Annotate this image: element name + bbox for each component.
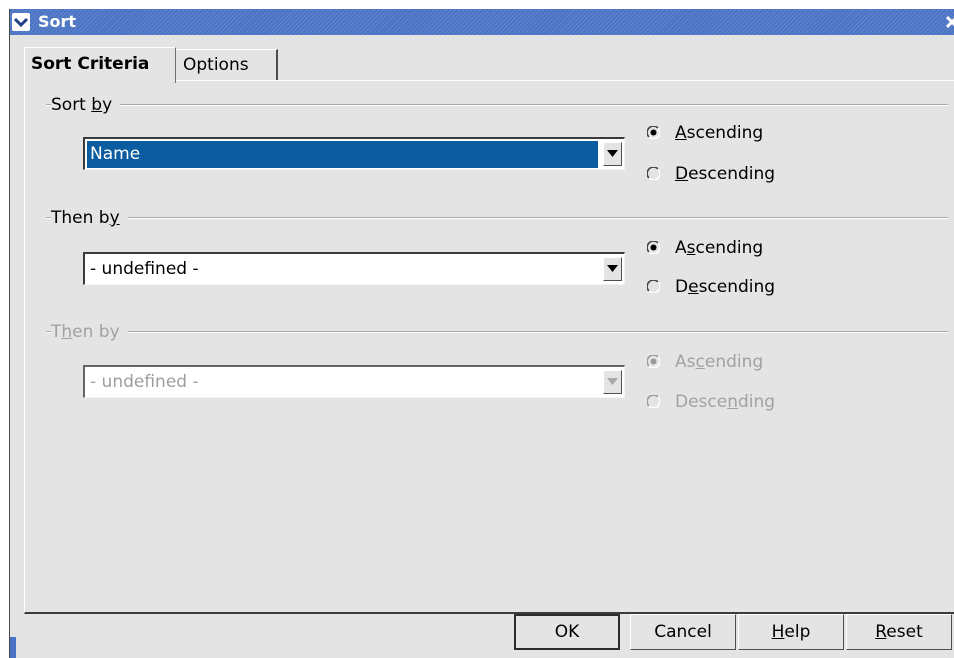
then-by-2-legend: Then by [51, 321, 128, 343]
radio-unselected-icon [647, 167, 660, 180]
then-by-2-combo[interactable]: - undefined - [83, 365, 625, 398]
radio-label: Ascending [675, 352, 764, 372]
dropdown-button[interactable] [603, 142, 622, 166]
close-icon [945, 15, 954, 29]
tab-options[interactable]: Options [176, 49, 278, 81]
group-divider [46, 331, 948, 333]
radio-label: Descending [675, 164, 776, 184]
then-by-legend: Then by [51, 207, 128, 229]
radio-selected-icon [647, 355, 660, 368]
window-edge-accent [10, 637, 16, 658]
dropdown-button[interactable] [603, 257, 622, 281]
cancel-button[interactable]: Cancel [630, 614, 736, 650]
then-by-combo[interactable]: - undefined - [83, 252, 625, 285]
radio-label: Ascending [675, 123, 764, 143]
radio-unselected-icon [647, 280, 660, 293]
radio-label: Descending [675, 392, 776, 412]
triangle-down-icon [607, 265, 618, 272]
tab-sort-criteria[interactable]: Sort Criteria [24, 47, 176, 83]
ok-button[interactable]: OK [514, 614, 620, 650]
radio-label: Ascending [675, 238, 764, 258]
group-divider [46, 217, 948, 219]
group-divider [46, 104, 948, 106]
window-menu-button[interactable] [12, 13, 30, 31]
sort-dialog: Sort Sort Criteria Options Sort by Name [9, 9, 954, 658]
dropdown-button[interactable] [603, 370, 622, 394]
help-button[interactable]: Help [738, 614, 844, 650]
radio-unselected-icon [647, 395, 660, 408]
window-title: Sort [38, 12, 77, 31]
then-by-value: - undefined - [90, 259, 199, 279]
radio-selected-icon [647, 126, 660, 139]
triangle-down-icon [607, 150, 618, 157]
then-by-2-value: - undefined - [90, 372, 199, 392]
title-bar[interactable]: Sort [10, 9, 954, 35]
sort-by-legend: Sort by [51, 94, 121, 116]
tab-label: Options [183, 55, 249, 75]
chevron-down-icon [13, 17, 29, 28]
reset-button[interactable]: Reset [846, 614, 952, 650]
radio-label: Descending [675, 277, 776, 297]
sort-by-value: Name [87, 141, 598, 168]
radio-selected-icon [647, 241, 660, 254]
triangle-down-icon [607, 378, 618, 385]
tab-label: Sort Criteria [31, 54, 150, 74]
sort-by-combo[interactable]: Name [83, 137, 625, 170]
close-button[interactable] [945, 12, 954, 32]
